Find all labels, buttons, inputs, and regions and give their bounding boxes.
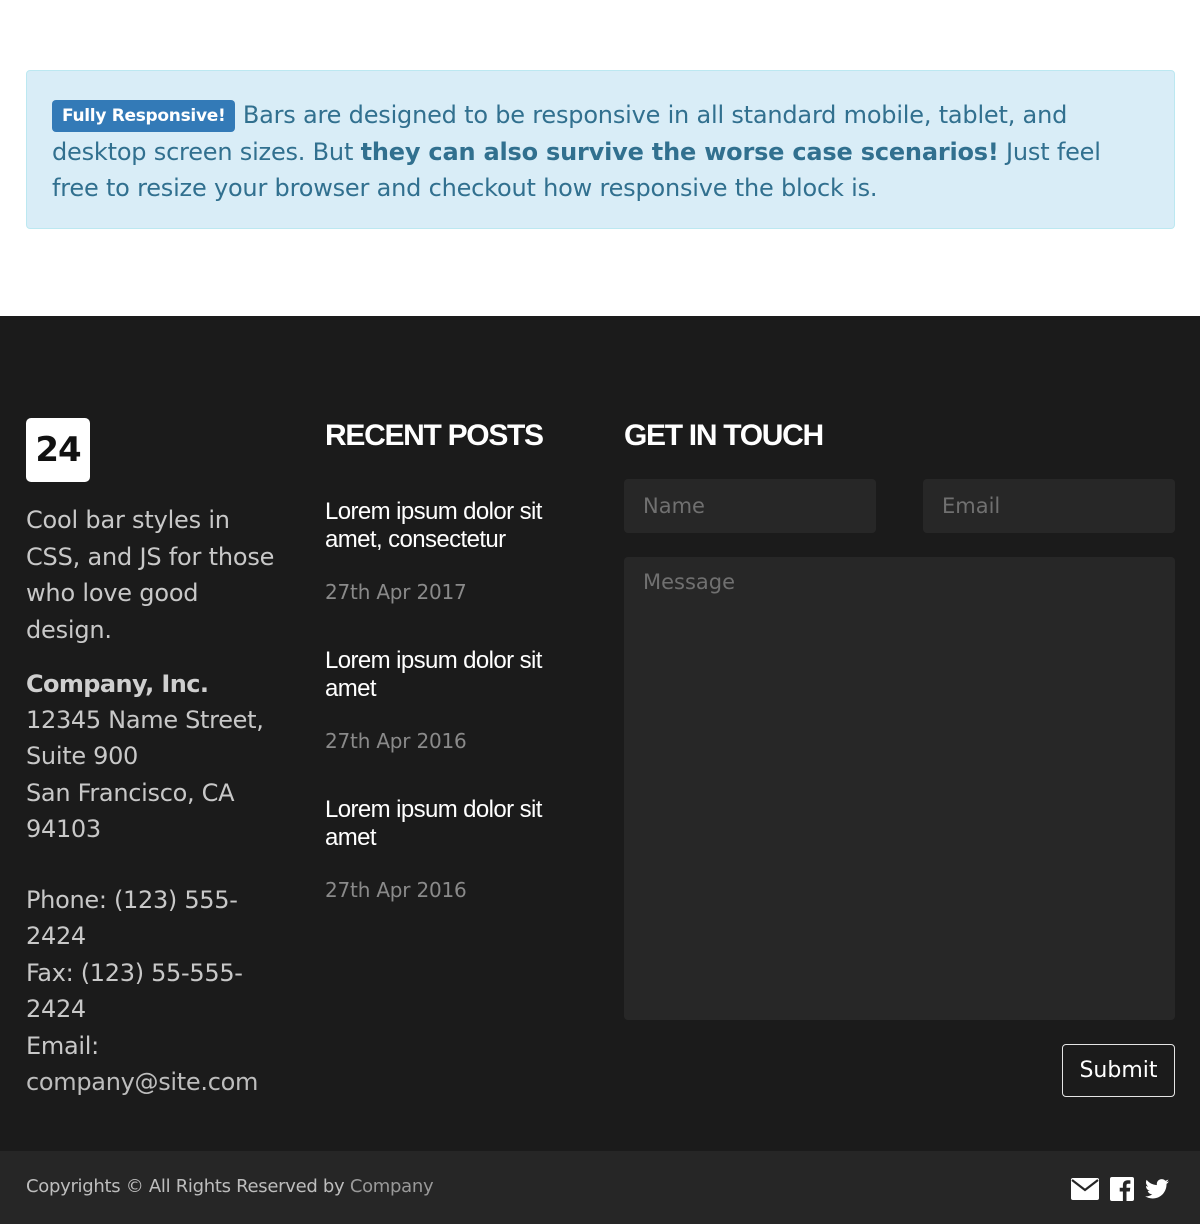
brand-tagline: Cool bar styles in CSS, and JS for those… (26, 506, 275, 644)
brand-logo[interactable]: 24 (26, 418, 90, 482)
responsive-badge: Fully Responsive! (52, 100, 236, 132)
phone-number: Phone: (123) 555-2424 (26, 886, 238, 951)
envelope-icon[interactable] (1071, 1178, 1099, 1204)
email-input[interactable]: Email (923, 479, 1175, 533)
get-in-touch-heading: GET IN TOUCH (624, 419, 824, 452)
copyright-label: Copyrights © All Rights Reserved by (26, 1176, 350, 1197)
post-date-3: 27th Apr 2016 (325, 878, 467, 902)
address-street: 12345 Name Street, Suite 900 (26, 706, 264, 771)
copyright-bar: Copyrights © All Rights Reserved by Comp… (0, 1151, 1200, 1224)
copyright-text: Copyrights © All Rights Reserved by Comp… (26, 1175, 434, 1199)
info-alert: Fully Responsive! Bars are designed to b… (26, 70, 1175, 229)
address-city: San Francisco, CA 94103 (26, 778, 235, 843)
fax-number: Fax: (123) 55-555-2424 (26, 958, 243, 1024)
company-link[interactable]: Company (350, 1176, 434, 1197)
post-title-1[interactable]: Lorem ipsum dolor sit amet, consectetur (325, 498, 585, 554)
facebook-icon[interactable] (1110, 1177, 1134, 1205)
post-date-1: 27th Apr 2017 (325, 580, 467, 604)
submit-button[interactable]: Submit (1062, 1044, 1175, 1097)
alert-text-bold: they can also survive the worse case sce… (360, 137, 999, 166)
post-title-2[interactable]: Lorem ipsum dolor sit amet (325, 647, 585, 703)
email-label: Email: (26, 1031, 99, 1060)
recent-posts-heading: RECENT POSTS (325, 419, 544, 452)
contact-info: Phone: (123) 555-2424 Fax: (123) 55-555-… (26, 882, 288, 1100)
post-title-3[interactable]: Lorem ipsum dolor sit amet (325, 796, 585, 852)
notice-section: Fully Responsive! Bars are designed to b… (0, 0, 1200, 316)
post-date-2: 27th Apr 2016 (325, 729, 467, 753)
email-link[interactable]: company@site.com (26, 1064, 288, 1100)
company-address: Company, Inc. 12345 Name Street, Suite 9… (26, 666, 288, 847)
twitter-icon[interactable] (1145, 1179, 1169, 1203)
company-name: Company, Inc. (26, 670, 209, 698)
site-footer: 24 Cool bar styles in CSS, and JS for th… (0, 316, 1200, 1151)
message-textarea[interactable]: Message (624, 557, 1175, 1020)
name-input[interactable]: Name (624, 479, 876, 533)
